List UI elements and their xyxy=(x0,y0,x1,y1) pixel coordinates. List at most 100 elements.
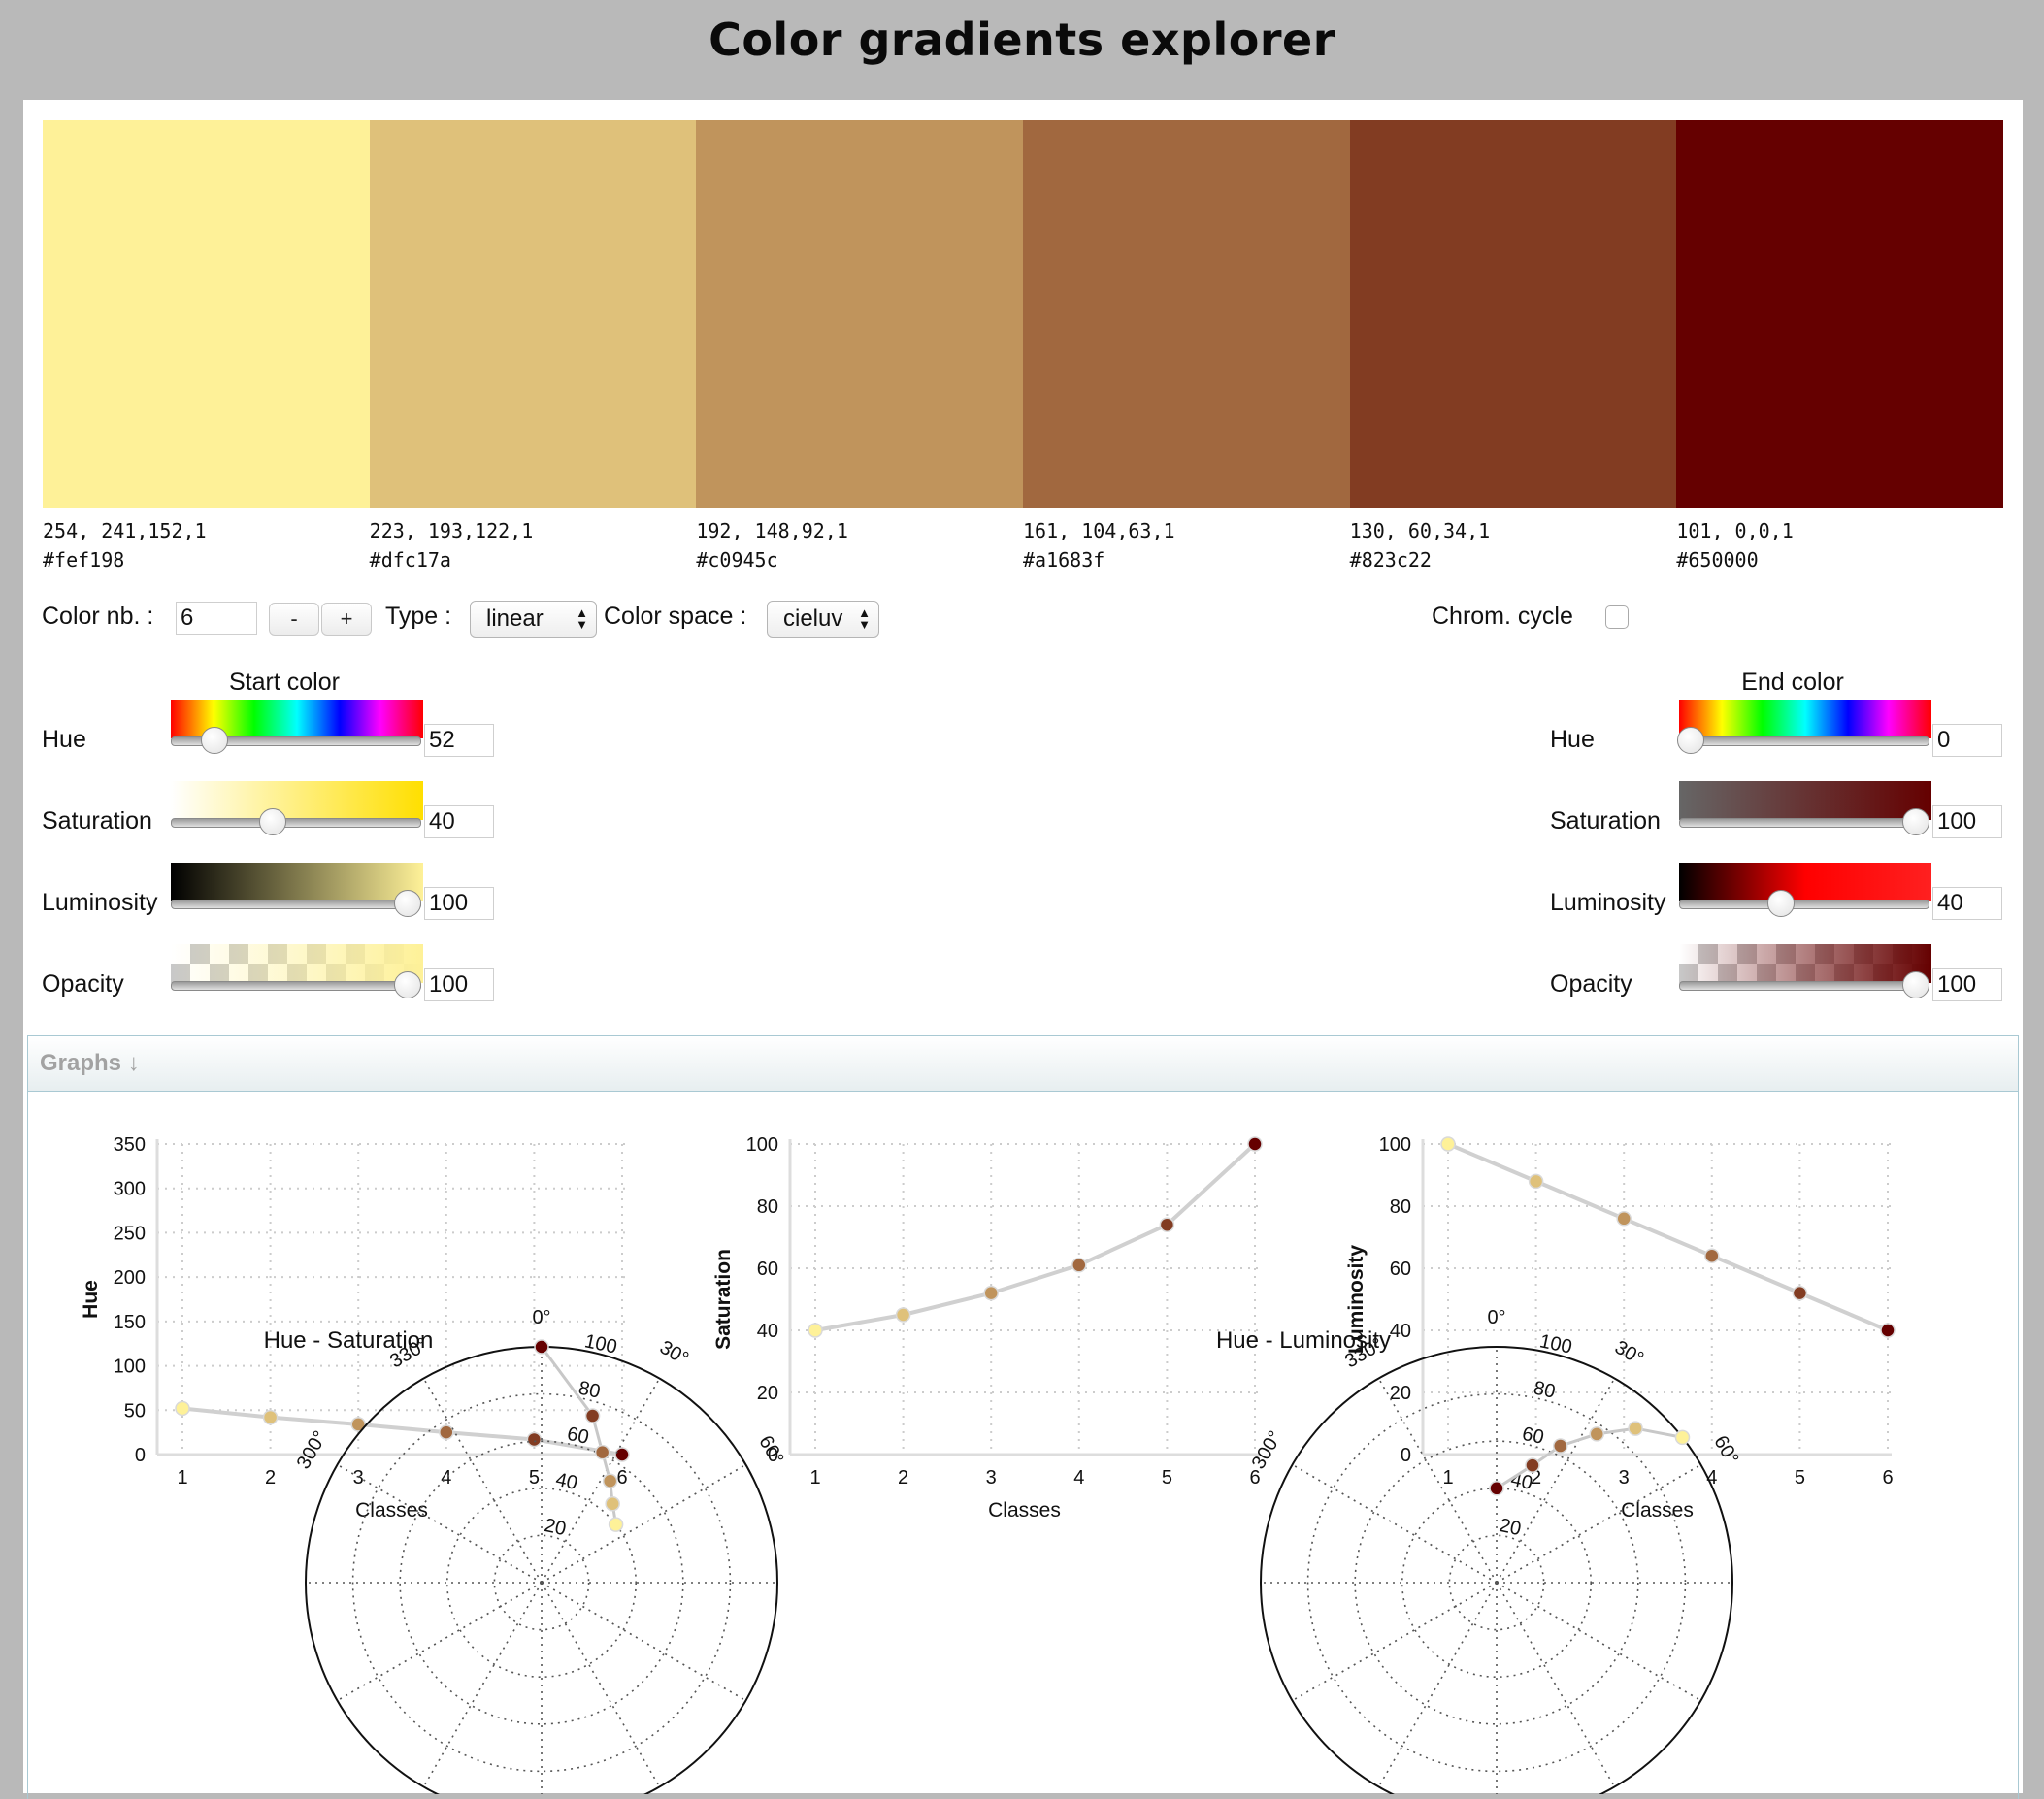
luminosity-slider-knob[interactable] xyxy=(1766,890,1795,917)
data-point xyxy=(526,1431,543,1448)
polar-data-point xyxy=(1552,1438,1568,1454)
data-point xyxy=(1159,1217,1175,1232)
polar-spoke xyxy=(1496,1582,1701,1702)
saturation-input[interactable] xyxy=(1932,805,2002,838)
radial-tick-label: 20 xyxy=(1498,1515,1523,1540)
swatch-hex-label: #dfc17a xyxy=(369,548,451,572)
polar-chart-title: Hue - Saturation xyxy=(264,1327,434,1354)
opacity-slider-knob[interactable] xyxy=(1902,971,1929,998)
x-tick-label: 6 xyxy=(1249,1467,1260,1488)
data-point xyxy=(1247,1136,1263,1152)
opacity-gradient-overlay xyxy=(171,944,423,983)
hue-slider-track[interactable] xyxy=(1679,736,1929,746)
swatch-hex-label: #a1683f xyxy=(1023,548,1105,572)
opacity-label: Opacity xyxy=(42,970,124,998)
saturation-preview-strip xyxy=(171,781,423,820)
y-tick-label: 100 xyxy=(746,1134,778,1156)
y-axis-label: Hue xyxy=(80,1280,102,1319)
type-select-value: linear xyxy=(486,605,544,632)
data-point xyxy=(1704,1248,1720,1263)
chrom-cycle-checkbox[interactable] xyxy=(1605,605,1629,629)
polar-spoke xyxy=(1292,1463,1498,1584)
angle-tick-label: 30° xyxy=(656,1336,692,1369)
y-tick-label: 100 xyxy=(114,1357,146,1378)
radial-tick-label: 100 xyxy=(1537,1330,1573,1357)
opacity-input[interactable] xyxy=(424,968,494,1001)
data-point xyxy=(983,1285,999,1301)
color-space-label: Color space : xyxy=(604,603,747,630)
saturation-slider-knob[interactable] xyxy=(1902,808,1929,835)
x-tick-label: 3 xyxy=(353,1467,364,1488)
radial-tick-label: 80 xyxy=(1532,1378,1557,1403)
swatch-rgb-label: 130, 60,34,1 xyxy=(1349,519,1491,542)
luminosity-slider-knob[interactable] xyxy=(394,890,421,917)
increase-button[interactable]: + xyxy=(321,603,372,636)
luminosity-slider-track[interactable] xyxy=(1679,900,1929,909)
graphs-title: Graphs ↓ xyxy=(40,1050,140,1076)
angle-tick-label: 300° xyxy=(293,1427,332,1473)
opacity-preview-strip xyxy=(1679,944,1931,983)
graphs-toggle[interactable]: Graphs ↓ xyxy=(27,1035,2019,1092)
opacity-input[interactable] xyxy=(1932,968,2002,1001)
x-tick-label: 6 xyxy=(1882,1467,1893,1488)
x-tick-label: 2 xyxy=(898,1467,908,1488)
opacity-gradient-overlay xyxy=(1679,944,1931,983)
radial-tick-label: 40 xyxy=(554,1469,579,1494)
luminosity-slider-track[interactable] xyxy=(171,900,421,909)
x-tick-label: 4 xyxy=(1073,1467,1084,1488)
saturation-slider-knob[interactable] xyxy=(258,808,286,835)
polar-data-point xyxy=(1589,1426,1605,1442)
main-panel: 254, 241,152,1 #fef198 223, 193,122,1 #dfc1… xyxy=(23,100,2023,1799)
saturation-input[interactable] xyxy=(424,805,494,838)
y-axis-label: Saturation xyxy=(712,1249,735,1350)
swatch-hex-label: #823c22 xyxy=(1349,548,1432,572)
graphs-canvas: 0501001502002503003501 2 3 4 5 6ClassesHue020… xyxy=(80,1134,1896,1799)
polar-spoke xyxy=(541,1582,746,1702)
swatch-rgb-label: 254, 241,152,1 xyxy=(43,519,207,542)
angle-tick-label: 60° xyxy=(1709,1432,1742,1468)
polar-spoke xyxy=(1496,1582,1616,1787)
saturation-slider-track[interactable] xyxy=(171,818,421,828)
opacity-slider-knob[interactable] xyxy=(394,971,421,998)
polar-data-point xyxy=(605,1495,620,1512)
data-point xyxy=(439,1424,454,1440)
saturation-slider-track[interactable] xyxy=(1679,818,1929,828)
radial-tick-label: 60 xyxy=(1520,1423,1545,1449)
data-point xyxy=(1616,1211,1632,1227)
polar-data-point xyxy=(534,1339,549,1355)
select-arrows-icon: ▲ ▼ xyxy=(576,605,588,632)
type-select[interactable]: linear ▲ ▼ xyxy=(470,601,597,638)
x-tick-label: 5 xyxy=(1795,1467,1805,1488)
data-point xyxy=(614,1447,630,1462)
polar-data-point xyxy=(1489,1481,1504,1496)
color-nb-label: Color nb. : xyxy=(42,603,154,630)
hue-slider-knob[interactable] xyxy=(1677,727,1704,754)
color-space-select[interactable]: cieluv ▲ ▼ xyxy=(767,601,879,638)
luminosity-input[interactable] xyxy=(1932,887,2002,920)
hue-label: Hue xyxy=(42,726,86,753)
color-swatch xyxy=(1676,120,2003,508)
swatch-hex-label: #fef198 xyxy=(43,548,125,572)
color-swatch xyxy=(1023,120,1350,508)
y-tick-label: 20 xyxy=(1390,1383,1411,1404)
hue-slider-knob[interactable] xyxy=(201,727,229,754)
opacity-preview-strip xyxy=(171,944,423,983)
opacity-slider-track[interactable] xyxy=(1679,981,1929,991)
y-tick-label: 60 xyxy=(757,1259,778,1280)
decrease-button[interactable]: - xyxy=(269,603,319,636)
hue-input[interactable] xyxy=(424,724,494,757)
graphs-panel: 0 50 100 150 200 250 300 350 1 2 3 4 5 6 Classes Hue 0 20… xyxy=(27,1091,2019,1799)
color-nb-input[interactable] xyxy=(176,602,257,635)
luminosity-preview-strip xyxy=(171,863,423,901)
opacity-slider-track[interactable] xyxy=(171,981,421,991)
angle-tick-label: 60° xyxy=(754,1432,787,1468)
hue-preview-strip xyxy=(1679,700,1931,738)
angle-tick-label: 300° xyxy=(1248,1427,1287,1473)
hue-input[interactable] xyxy=(1932,724,2002,757)
color-swatch xyxy=(369,120,697,508)
data-point xyxy=(1528,1173,1544,1190)
hue-label: Hue xyxy=(1550,726,1595,753)
luminosity-input[interactable] xyxy=(424,887,494,920)
angle-tick-label: 30° xyxy=(1611,1336,1647,1369)
data-point xyxy=(1880,1323,1896,1338)
